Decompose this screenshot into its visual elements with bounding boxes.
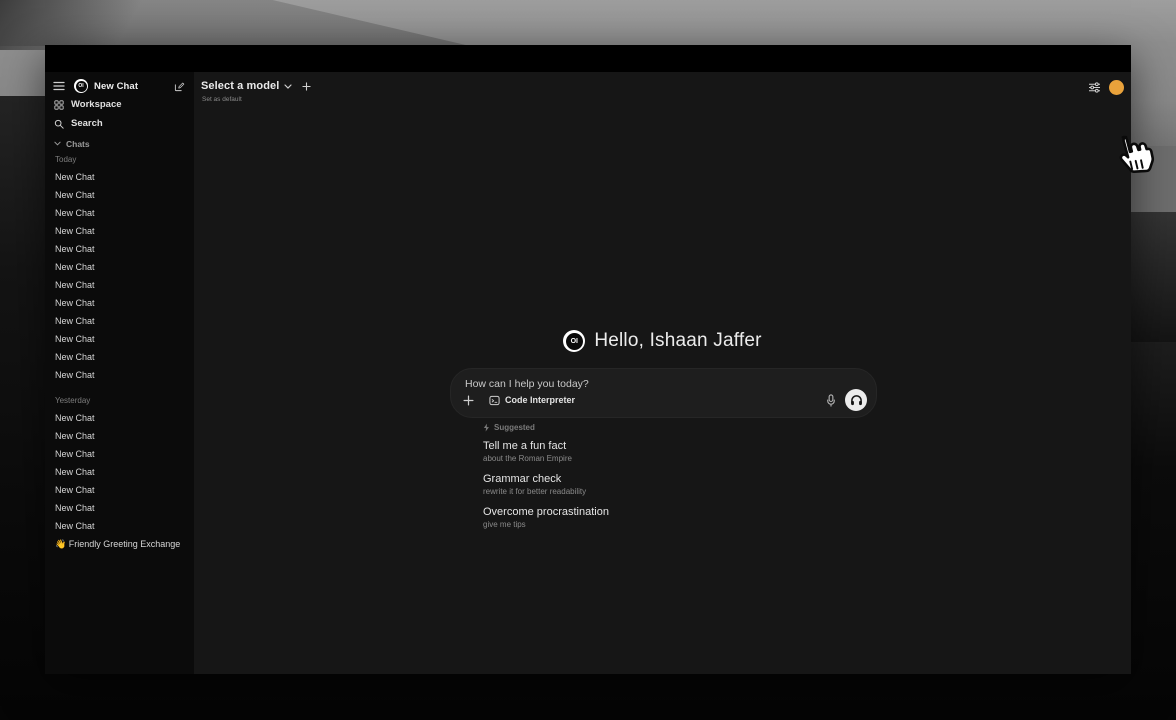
chat-list-item[interactable]: New Chat [45, 445, 194, 463]
app-logo-text: OI [566, 333, 583, 350]
code-interpreter-icon [489, 395, 500, 406]
code-interpreter-label: Code Interpreter [505, 395, 575, 405]
chat-list-item[interactable]: New Chat [45, 240, 194, 258]
sidebar: OI New Chat Workspace Search Chats T [45, 72, 194, 674]
greeting-text: Hello, Ishaan Jaffer [594, 330, 761, 352]
chat-list-item[interactable]: New Chat [45, 330, 194, 348]
chat-list-item[interactable]: New Chat [45, 409, 194, 427]
chat-list-item[interactable]: New Chat [45, 463, 194, 481]
chats-section-header[interactable]: Chats [54, 138, 194, 149]
sidebar-item-search[interactable]: Search [54, 117, 194, 130]
sidebar-title: New Chat [94, 81, 138, 92]
headphones-icon [850, 394, 863, 406]
sidebar-item-workspace[interactable]: Workspace [54, 98, 194, 111]
prompt-title: Overcome procrastination [483, 506, 813, 518]
app-logo-text: OI [76, 81, 87, 92]
chat-list-item[interactable]: New Chat [45, 204, 194, 222]
composer-toolbar: Code Interpreter [463, 389, 867, 411]
model-selector[interactable]: Select a model [201, 80, 311, 92]
prompt-subtitle: rewrite it for better readability [483, 487, 813, 496]
greeting-row: OI Hello, Ishaan Jaffer [194, 329, 1131, 353]
search-icon [54, 119, 64, 129]
main-area: Select a model Set as default OI Hello, … [194, 72, 1131, 674]
header-controls [1088, 80, 1124, 95]
model-selector-label: Select a model [201, 80, 279, 92]
suggested-prompt[interactable]: Tell me a fun fact about the Roman Empir… [483, 440, 813, 463]
suggested-prompt[interactable]: Overcome procrastination give me tips [483, 506, 813, 529]
chevron-down-icon [54, 141, 61, 146]
chat-list-item[interactable]: New Chat [45, 168, 194, 186]
chat-list-item[interactable]: New Chat [45, 276, 194, 294]
set-as-default-link[interactable]: Set as default [202, 96, 242, 103]
prompt-title: Tell me a fun fact [483, 440, 813, 452]
sidebar-item-label: Search [71, 118, 103, 129]
chat-group-label-yesterday: Yesterday [55, 396, 194, 405]
suggested-prompts: Tell me a fun fact about the Roman Empir… [483, 440, 813, 529]
chat-list-item[interactable]: New Chat [45, 517, 194, 535]
sidebar-toggle-icon[interactable] [53, 81, 65, 91]
chat-list-item[interactable]: New Chat [45, 222, 194, 240]
bolt-icon [483, 423, 490, 432]
chat-list-item[interactable]: New Chat [45, 499, 194, 517]
chat-group-label-today: Today [55, 155, 194, 164]
chats-section-label: Chats [66, 139, 90, 149]
chat-list-item[interactable]: New Chat [45, 258, 194, 276]
wallpaper-shape [0, 0, 150, 50]
suggested-section: Suggested Tell me a fun fact about the R… [483, 422, 813, 539]
prompt-subtitle: give me tips [483, 520, 813, 529]
chat-list-item[interactable]: New Chat [45, 427, 194, 445]
chat-list-item[interactable]: New Chat [45, 312, 194, 330]
voice-mode-button[interactable] [845, 389, 867, 411]
app-logo: OI [563, 330, 585, 352]
wallpaper-shape [1131, 212, 1176, 342]
user-avatar[interactable] [1109, 80, 1124, 95]
chat-list-item[interactable]: New Chat [45, 366, 194, 384]
chat-list-item[interactable]: New Chat [45, 186, 194, 204]
suggested-label: Suggested [494, 423, 535, 432]
app-logo: OI [74, 79, 88, 93]
window-titlebar [45, 45, 1131, 72]
chat-list-item[interactable]: New Chat [45, 294, 194, 312]
suggested-header: Suggested [483, 422, 813, 432]
sidebar-header: OI New Chat [53, 78, 185, 94]
mic-button[interactable] [826, 394, 836, 407]
chevron-down-icon [284, 84, 292, 89]
settings-sliders-icon[interactable] [1088, 82, 1101, 93]
prompt-title: Grammar check [483, 473, 813, 485]
desktop-background: OI New Chat Workspace Search Chats T [0, 0, 1176, 720]
chat-list-item[interactable]: New Chat [45, 481, 194, 499]
new-chat-button[interactable] [174, 81, 185, 92]
message-composer: Code Interpreter [450, 368, 877, 418]
add-model-button[interactable] [302, 82, 311, 91]
chat-list-yesterday: New Chat New Chat New Chat New Chat New … [45, 409, 194, 553]
attach-plus-button[interactable] [463, 395, 474, 406]
wallpaper-shape [1131, 146, 1176, 212]
suggested-prompt[interactable]: Grammar check rewrite it for better read… [483, 473, 813, 496]
wallpaper-shape [0, 96, 46, 676]
sidebar-item-label: Workspace [71, 99, 122, 110]
chat-list-item[interactable]: New Chat [45, 348, 194, 366]
app-window: OI New Chat Workspace Search Chats T [45, 45, 1131, 674]
chat-list-item[interactable]: 👋 Friendly Greeting Exchange [45, 535, 194, 553]
grid-icon [54, 100, 64, 110]
prompt-subtitle: about the Roman Empire [483, 454, 813, 463]
code-interpreter-toggle[interactable]: Code Interpreter [489, 395, 575, 406]
chat-list-today: New Chat New Chat New Chat New Chat New … [45, 168, 194, 384]
